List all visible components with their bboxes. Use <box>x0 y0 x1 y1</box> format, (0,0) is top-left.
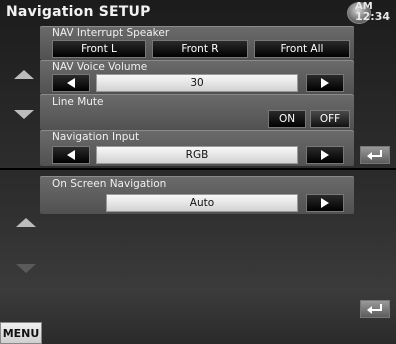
navigation-setup-screen-2: On Screen Navigation Auto <box>0 170 396 344</box>
nav-interrupt-speaker-panel: NAV Interrupt Speaker Front L Front R Fr… <box>40 26 354 60</box>
scroll-up-icon[interactable] <box>14 70 34 79</box>
line-mute-on-button[interactable]: ON <box>268 110 306 128</box>
line-mute-label: Line Mute <box>52 96 104 108</box>
nav-voice-volume-panel: NAV Voice Volume 30 <box>40 60 354 94</box>
front-r-button[interactable]: Front R <box>152 40 248 58</box>
on-screen-navigation-panel: On Screen Navigation Auto <box>40 176 354 214</box>
on-screen-navigation-value: Auto <box>106 194 298 212</box>
page-title: Navigation SETUP <box>6 4 151 20</box>
navigation-input-value: RGB <box>96 146 298 164</box>
nav-input-prev-button[interactable] <box>52 146 90 164</box>
line-mute-off-button[interactable]: OFF <box>310 110 350 128</box>
nav-interrupt-speaker-label: NAV Interrupt Speaker <box>52 27 170 39</box>
scroll-up-icon[interactable] <box>16 218 36 227</box>
nav-voice-volume-label: NAV Voice Volume <box>52 61 148 73</box>
voice-volume-value: 30 <box>96 74 298 92</box>
navigation-input-label: Navigation Input <box>52 131 140 143</box>
clock-display: AM 12:34 <box>354 2 390 23</box>
return-button[interactable] <box>360 300 390 318</box>
on-screen-navigation-label: On Screen Navigation <box>52 178 167 190</box>
nav-input-next-button[interactable] <box>306 146 344 164</box>
front-l-button[interactable]: Front L <box>52 40 146 58</box>
navigation-setup-screen-1: Navigation SETUP AM 12:34 NAV Interrupt … <box>0 0 396 168</box>
front-all-button[interactable]: Front All <box>254 40 350 58</box>
navigation-input-panel: Navigation Input RGB <box>40 130 354 166</box>
scroll-down-icon[interactable] <box>16 264 36 273</box>
right-arrow-icon <box>321 198 329 208</box>
return-button[interactable] <box>360 146 390 164</box>
right-arrow-icon <box>321 78 329 88</box>
return-arrow-icon <box>367 150 382 160</box>
return-arrow-icon <box>367 304 382 314</box>
volume-decrease-button[interactable] <box>52 74 90 92</box>
line-mute-panel: Line Mute ON OFF <box>40 94 354 130</box>
left-arrow-icon <box>67 150 75 160</box>
scroll-down-icon[interactable] <box>14 110 34 119</box>
menu-button[interactable]: MENU <box>0 322 42 344</box>
volume-increase-button[interactable] <box>306 74 344 92</box>
clock-time: 12:34 <box>354 10 390 23</box>
right-arrow-icon <box>321 150 329 160</box>
left-arrow-icon <box>67 78 75 88</box>
on-screen-nav-next-button[interactable] <box>306 194 344 212</box>
